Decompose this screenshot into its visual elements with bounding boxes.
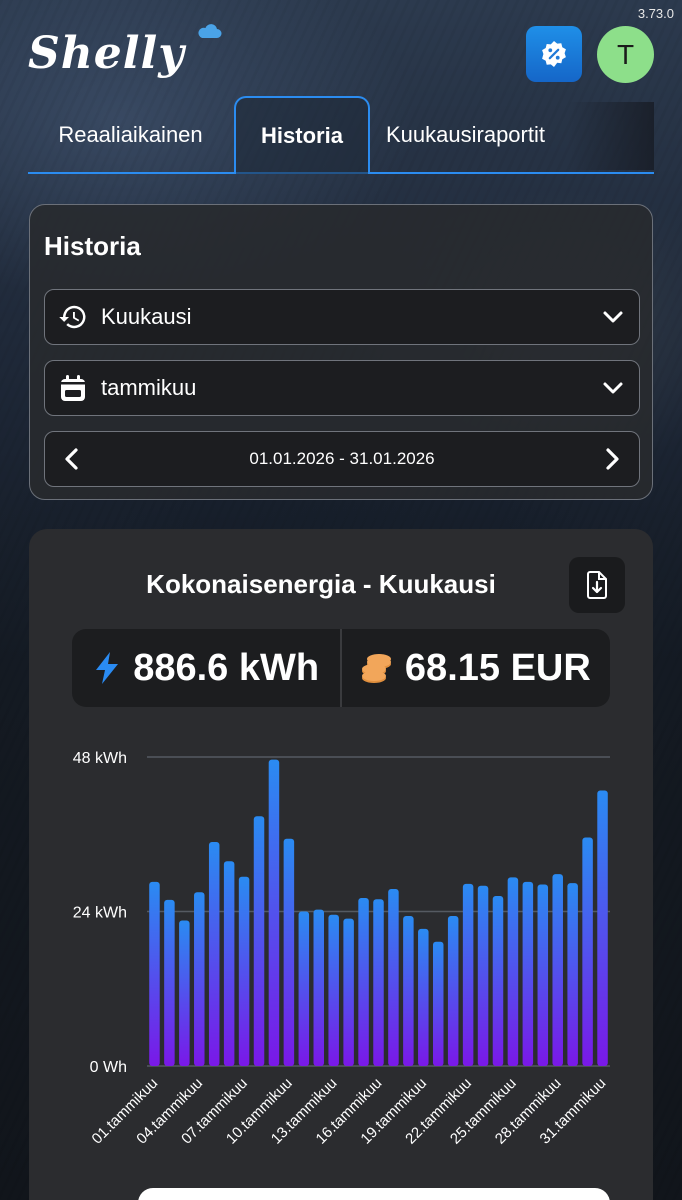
y-tick-label: 24 kWh <box>73 905 127 922</box>
bar-12.tammikuu[interactable] <box>313 909 325 1066</box>
bar-16.tammikuu[interactable] <box>373 899 384 1066</box>
bar-14.tammikuu[interactable] <box>343 918 354 1066</box>
bar-06.tammikuu[interactable] <box>223 861 235 1066</box>
bar-03.tammikuu[interactable] <box>179 920 190 1066</box>
bar-04.tammikuu[interactable] <box>194 892 205 1066</box>
bar-25.tammikuu[interactable] <box>507 877 519 1066</box>
bar-30.tammikuu[interactable] <box>582 837 593 1066</box>
energy-bar-chart: 0 Wh24 kWh48 kWh 01.tammikuu04.tammikuu0… <box>73 750 610 1148</box>
bar-19.tammikuu[interactable] <box>418 928 429 1066</box>
bar-01.tammikuu[interactable] <box>149 881 160 1066</box>
bottom-action-button[interactable] <box>138 1188 610 1200</box>
bar-22.tammikuu[interactable] <box>462 883 474 1066</box>
bar-15.tammikuu[interactable] <box>358 897 369 1066</box>
bar-21.tammikuu[interactable] <box>447 916 459 1066</box>
bar-29.tammikuu[interactable] <box>567 883 578 1066</box>
y-tick-label: 48 kWh <box>73 750 127 767</box>
bar-05.tammikuu[interactable] <box>208 841 220 1066</box>
bar-31.tammikuu[interactable] <box>597 790 608 1066</box>
bar-11.tammikuu[interactable] <box>298 911 310 1067</box>
y-tick-label: 0 Wh <box>90 1059 127 1076</box>
bar-09.tammikuu[interactable] <box>268 759 280 1066</box>
bar-20.tammikuu[interactable] <box>432 941 444 1066</box>
bar-18.tammikuu[interactable] <box>403 916 414 1066</box>
bar-17.tammikuu[interactable] <box>388 888 399 1066</box>
bar-26.tammikuu[interactable] <box>522 881 534 1066</box>
bar-02.tammikuu[interactable] <box>164 899 175 1066</box>
bar-10.tammikuu[interactable] <box>283 838 295 1066</box>
bar-23.tammikuu[interactable] <box>477 885 489 1066</box>
bar-24.tammikuu[interactable] <box>492 896 504 1066</box>
bar-27.tammikuu[interactable] <box>537 884 549 1066</box>
bar-28.tammikuu[interactable] <box>552 874 563 1066</box>
bar-07.tammikuu[interactable] <box>238 876 250 1066</box>
bar-13.tammikuu[interactable] <box>328 914 339 1066</box>
bar-08.tammikuu[interactable] <box>253 816 265 1066</box>
